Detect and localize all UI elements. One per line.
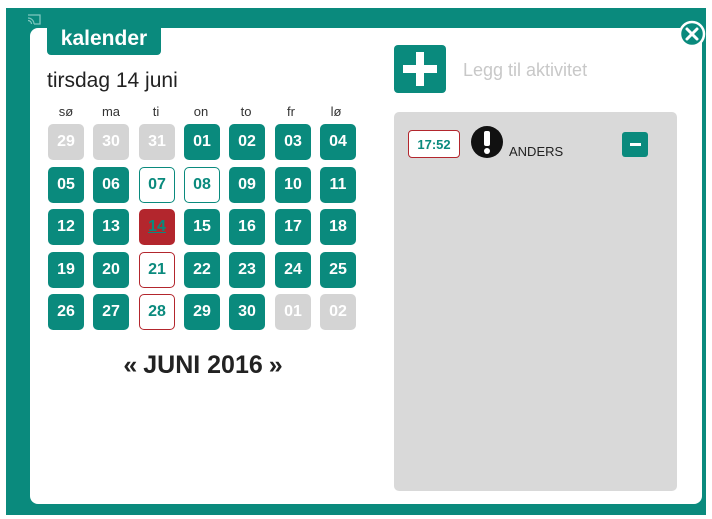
month-navigation: « JUNI 2016 »	[48, 350, 358, 380]
calendar-day-today[interactable]: 14	[139, 209, 175, 245]
calendar-day[interactable]: 24	[275, 252, 311, 288]
calendar-day[interactable]: 27	[93, 294, 129, 330]
month-label: JUNI 2016	[143, 350, 263, 379]
calendar-day[interactable]: 23	[229, 252, 265, 288]
calendar-day[interactable]: 09	[229, 167, 265, 203]
calendar-day[interactable]: 07	[139, 167, 175, 203]
weekday-label: to	[240, 104, 252, 119]
calendar-day[interactable]: 21	[139, 252, 175, 288]
calendar-day[interactable]: 29	[184, 294, 220, 330]
next-month-button[interactable]: »	[269, 351, 283, 380]
prev-month-button[interactable]: «	[123, 351, 137, 380]
weekday-label: fr	[287, 104, 295, 119]
add-activity-button[interactable]	[394, 45, 446, 93]
calendar-day[interactable]: 12	[48, 209, 84, 245]
calendar-day[interactable]: 02	[229, 124, 265, 160]
calendar-day[interactable]: 04	[320, 124, 356, 160]
weekday-label: ma	[101, 104, 121, 119]
calendar-day[interactable]: 08	[184, 167, 220, 203]
close-icon[interactable]	[678, 20, 706, 48]
calendar-day[interactable]: 25	[320, 252, 356, 288]
plus-icon	[403, 52, 437, 86]
calendar-day[interactable]: 29	[48, 124, 84, 160]
calendar-day[interactable]: 28	[139, 294, 175, 330]
weekday-label: lø	[330, 104, 342, 119]
calendar-day[interactable]: 30	[93, 124, 129, 160]
weekday-label: on	[193, 104, 209, 119]
tab-kalender[interactable]: kalender	[47, 23, 161, 55]
cast-icon[interactable]	[27, 14, 41, 25]
calendar-day[interactable]: 11	[320, 167, 356, 203]
calendar-day[interactable]: 15	[184, 209, 220, 245]
calendar-day[interactable]: 10	[275, 167, 311, 203]
calendar-day[interactable]: 30	[229, 294, 265, 330]
activity-name: ANDERS	[509, 144, 564, 159]
calendar-day[interactable]: 03	[275, 124, 311, 160]
calendar-day[interactable]: 05	[48, 167, 84, 203]
calendar-day[interactable]: 16	[229, 209, 265, 245]
calendar-day[interactable]: 02	[320, 294, 356, 330]
activity-time-badge[interactable]: 17:52	[408, 130, 460, 158]
add-activity-label[interactable]: Legg til aktivitet	[463, 60, 587, 81]
selected-date-heading: tirsdag 14 juni	[47, 69, 178, 92]
calendar-day[interactable]: 01	[275, 294, 311, 330]
calendar-day[interactable]: 01	[184, 124, 220, 160]
calendar-day[interactable]: 19	[48, 252, 84, 288]
weekday-label: ti	[152, 104, 160, 119]
calendar-day[interactable]: 26	[48, 294, 84, 330]
calendar-day[interactable]: 18	[320, 209, 356, 245]
calendar-day[interactable]: 22	[184, 252, 220, 288]
calendar-grid: 29 30 31 01 02 03 04 05 06 07 08 09 10 11 12 13 14 15 16 17…	[48, 124, 358, 334]
calendar-day[interactable]: 31	[139, 124, 175, 160]
alert-icon	[471, 126, 503, 158]
calendar-day[interactable]: 06	[93, 167, 129, 203]
calendar-day[interactable]: 17	[275, 209, 311, 245]
calendar-day[interactable]: 20	[93, 252, 129, 288]
minus-icon	[629, 143, 641, 146]
weekday-label: sø	[58, 104, 74, 119]
weekday-header: sø ma ti on to fr lø	[48, 104, 356, 120]
calendar-day[interactable]: 13	[93, 209, 129, 245]
remove-activity-button[interactable]	[622, 132, 648, 157]
activity-list: 17:52 ANDERS	[394, 112, 677, 491]
